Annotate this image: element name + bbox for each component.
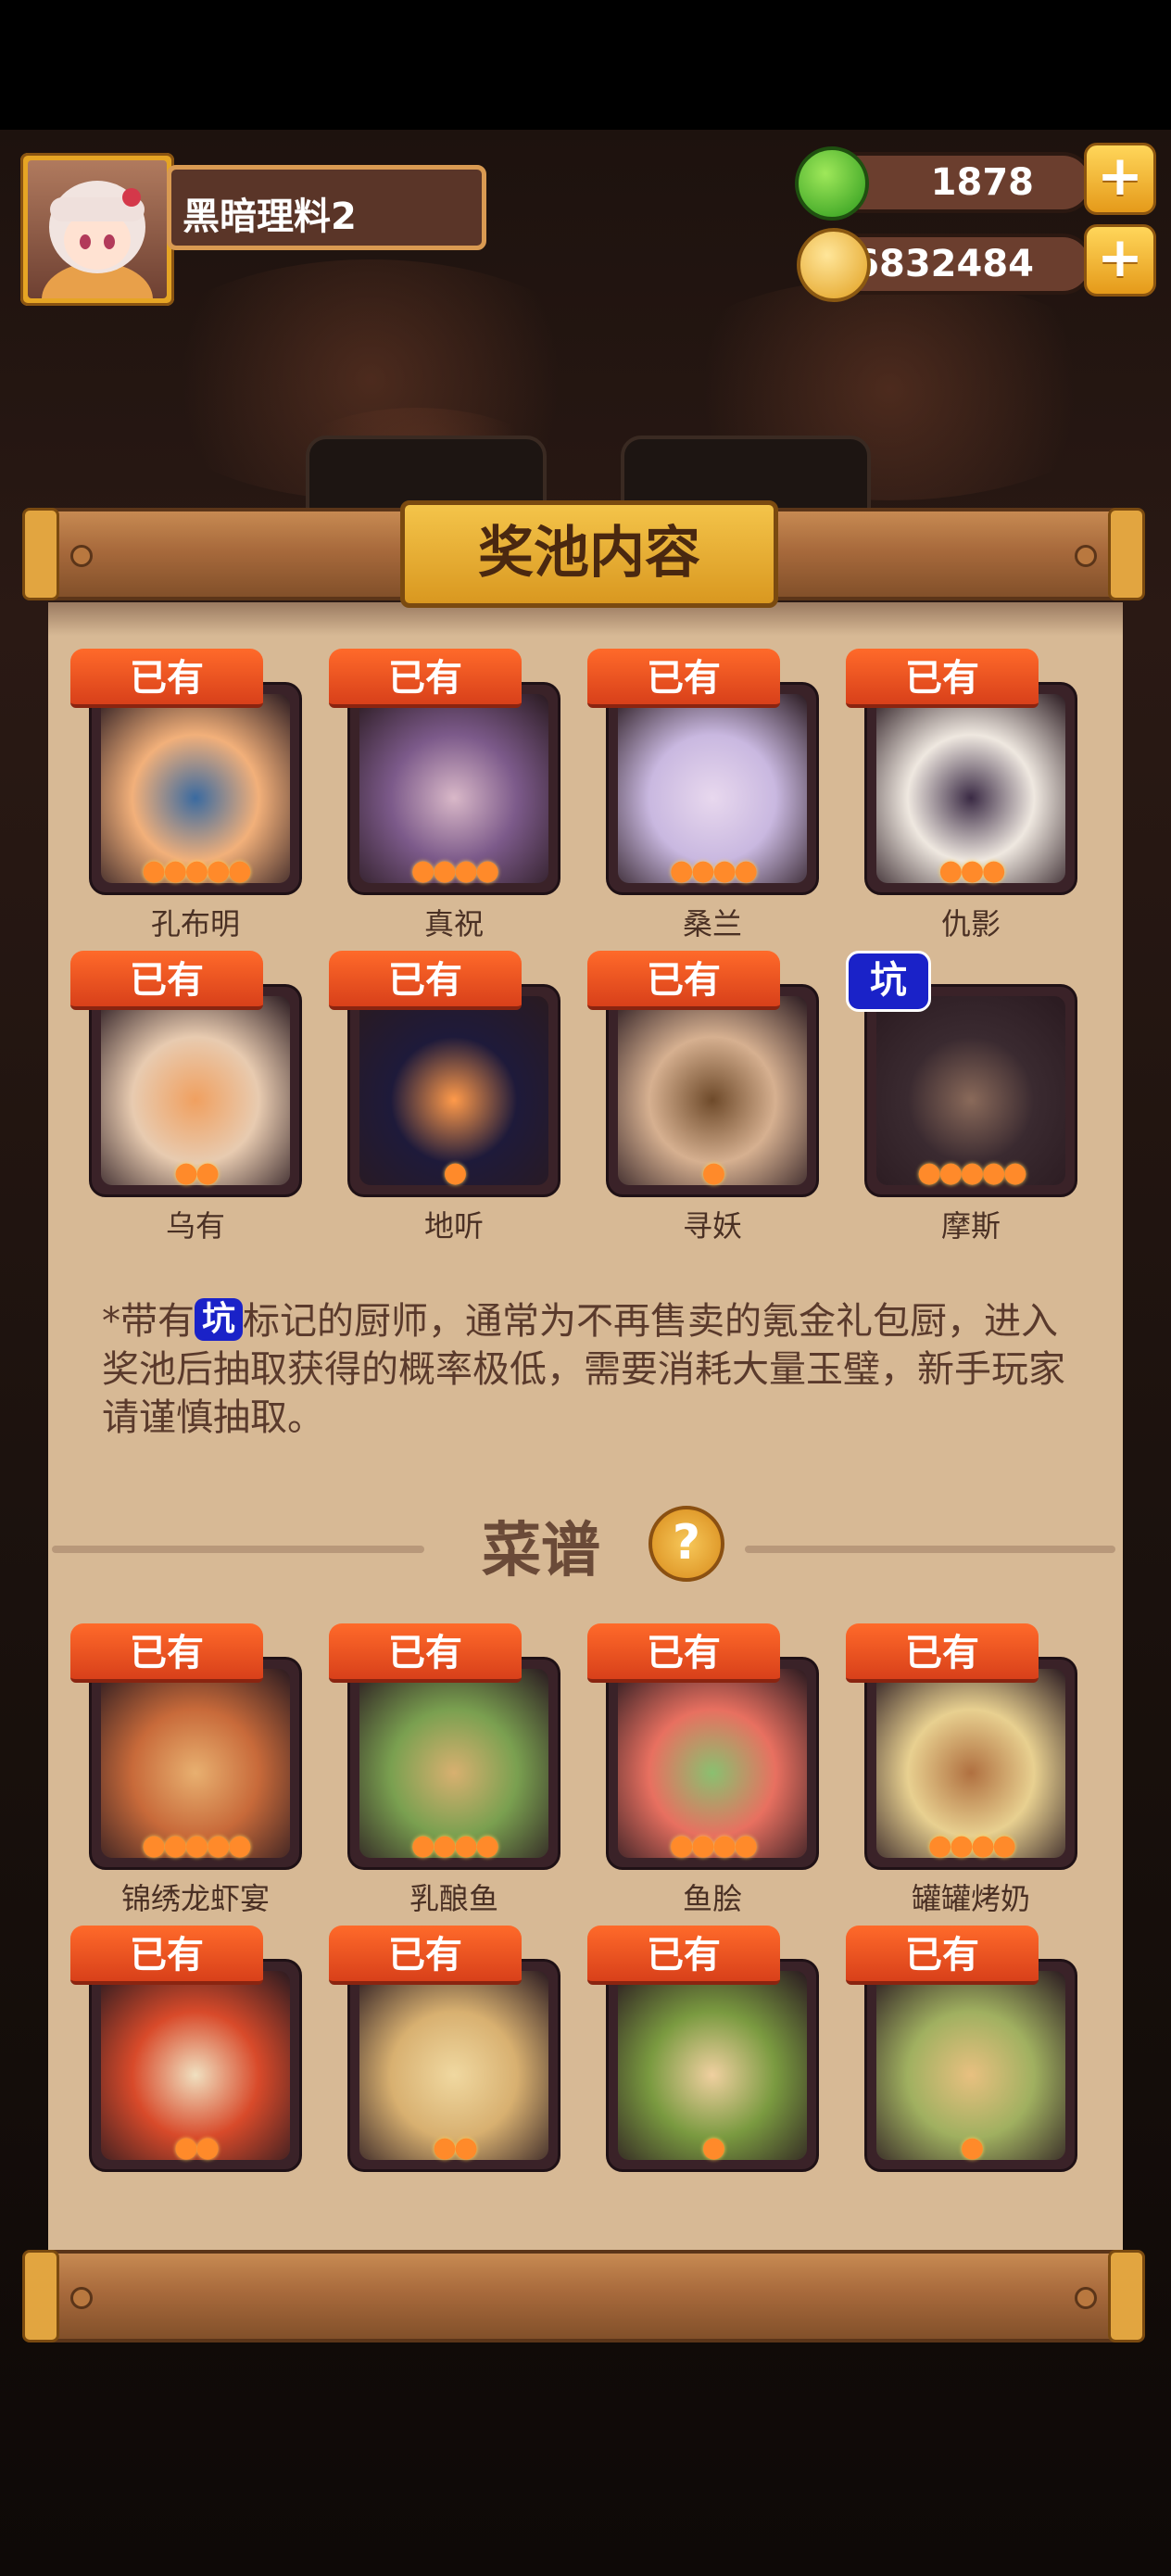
add-coin-button[interactable]: + (1084, 224, 1156, 297)
star-flames-icon: ●●●● (927, 1829, 1017, 1862)
star-flames-icon: ● (701, 1156, 725, 1189)
chef-card[interactable]: ●●● (864, 682, 1077, 895)
recipes-title: 菜谱 (482, 1517, 600, 1585)
chef-card[interactable]: ● (606, 984, 819, 1197)
jade-value: 1878 (930, 161, 1034, 204)
pit-note: *带有坑标记的厨师，通常为不再售卖的氪金礼包厨，进入奖池后抽取获得的概率极低，需… (102, 1297, 1075, 1442)
recipe-card[interactable]: ●●●● (606, 1657, 819, 1870)
recipe-card[interactable]: ●●●● (347, 1657, 560, 1870)
divider-left (52, 1546, 424, 1553)
recipe-card[interactable]: ● (606, 1959, 819, 2172)
star-flames-icon: ●●●●● (142, 854, 252, 887)
recipe-name: 罐罐烤奶 (911, 1881, 1030, 1916)
star-flames-icon: ●●●●● (917, 1156, 1027, 1189)
owned-badge: 已有 (329, 649, 522, 708)
chef-name: 寻妖 (682, 1208, 742, 1244)
owned-badge: 已有 (846, 1926, 1039, 1985)
owned-badge: 已有 (329, 1926, 522, 1985)
star-flames-icon: ●●●● (410, 1829, 500, 1862)
star-flames-icon: ●●●● (669, 854, 759, 887)
star-flames-icon: ●● (173, 2131, 220, 2164)
pit-inline-badge: 坑 (195, 1298, 244, 1341)
divider-right (745, 1546, 1115, 1553)
recipe-card[interactable]: ●●●● (864, 1657, 1077, 1870)
player-avatar[interactable] (20, 153, 174, 306)
chef-name: 孔布明 (150, 906, 240, 941)
owned-badge: 已有 (70, 649, 263, 708)
chef-name: 摩斯 (940, 1208, 1001, 1244)
owned-badge: 已有 (587, 649, 780, 708)
panel-title: 奖池内容 (400, 500, 778, 608)
star-flames-icon: ●●● (938, 854, 1006, 887)
owned-badge: 已有 (587, 1926, 780, 1985)
chef-name: 地听 (423, 1208, 484, 1244)
chef-name: 桑兰 (682, 906, 742, 941)
chef-card[interactable]: ●● (89, 984, 302, 1197)
chef-name: 乌有 (165, 1208, 225, 1244)
star-flames-icon: ●● (432, 2131, 478, 2164)
owned-badge: 已有 (846, 1623, 1039, 1683)
owned-badge: 已有 (329, 951, 522, 1010)
recipe-name: 锦绣龙虾宴 (120, 1881, 270, 1916)
chef-card[interactable]: ●●●●● (89, 682, 302, 895)
owned-badge: 已有 (846, 649, 1039, 708)
note-prefix: *带有 (102, 1300, 195, 1343)
chef-card[interactable]: ●●●● (347, 682, 560, 895)
chef-name: 仇影 (940, 906, 1001, 941)
chef-name: 真祝 (423, 906, 484, 941)
recipe-card[interactable]: ●● (347, 1959, 560, 2172)
star-flames-icon: ●● (173, 1156, 220, 1189)
note-suffix: 标记的厨师，通常为不再售卖的氪金礼包厨，进入奖池后抽取获得的概率极低，需要消耗大… (102, 1300, 1065, 1439)
owned-badge: 已有 (70, 1926, 263, 1985)
avatar-portrait (28, 160, 167, 298)
player-name: 黑暗理料2 (167, 165, 486, 250)
owned-badge: 已有 (587, 951, 780, 1010)
star-flames-icon: ● (701, 2131, 725, 2164)
recipe-card[interactable]: ●●●●● (89, 1657, 302, 1870)
owned-badge: 已有 (70, 951, 263, 1010)
recipe-card[interactable]: ● (864, 1959, 1077, 2172)
help-button[interactable]: ? (648, 1506, 724, 1582)
owned-badge: 已有 (70, 1623, 263, 1683)
star-flames-icon: ● (443, 1156, 467, 1189)
add-jade-button[interactable]: + (1084, 143, 1156, 215)
chef-card[interactable]: ● (347, 984, 560, 1197)
green-jade-icon (795, 146, 869, 221)
pit-badge: 坑 (846, 951, 931, 1012)
chef-card[interactable]: ●●●● (606, 682, 819, 895)
recipe-card[interactable]: ●● (89, 1959, 302, 2172)
chef-card[interactable]: ●●●●● (864, 984, 1077, 1197)
recipe-name: 乳酿鱼 (409, 1881, 498, 1916)
star-flames-icon: ●●●●● (142, 1829, 252, 1862)
recipe-name: 鱼脍 (682, 1881, 742, 1916)
star-flames-icon: ●●●● (669, 1829, 759, 1862)
gold-coin-icon (797, 228, 871, 302)
star-flames-icon: ● (960, 2131, 984, 2164)
owned-badge: 已有 (587, 1623, 780, 1683)
star-flames-icon: ●●●● (410, 854, 500, 887)
scroll-bottom-rod (22, 2250, 1145, 2342)
owned-badge: 已有 (329, 1623, 522, 1683)
